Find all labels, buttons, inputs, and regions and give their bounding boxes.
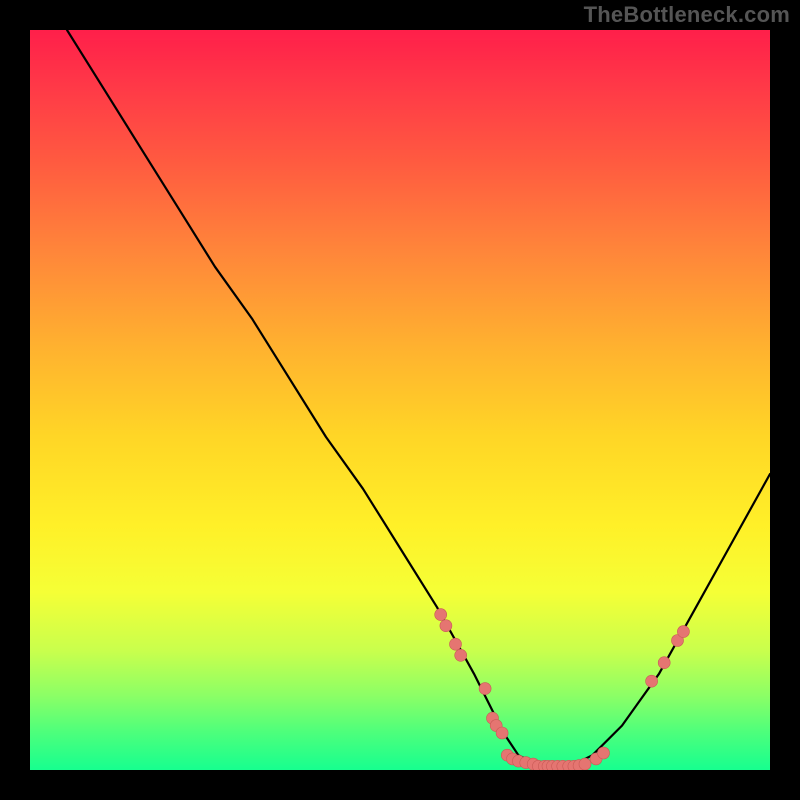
data-marker — [440, 620, 452, 632]
data-marker — [435, 609, 447, 621]
bottleneck-curve — [67, 30, 770, 766]
marker-group — [435, 609, 690, 770]
data-marker — [579, 758, 591, 770]
chart-frame: TheBottleneck.com — [0, 0, 800, 800]
data-marker — [455, 649, 467, 661]
data-marker — [598, 747, 610, 759]
data-marker — [450, 638, 462, 650]
data-marker — [479, 683, 491, 695]
chart-plot-area — [30, 30, 770, 770]
data-marker — [646, 675, 658, 687]
data-marker — [658, 657, 670, 669]
chart-overlay-svg — [30, 30, 770, 770]
watermark-text: TheBottleneck.com — [584, 2, 790, 28]
data-marker — [677, 626, 689, 638]
data-marker — [496, 727, 508, 739]
